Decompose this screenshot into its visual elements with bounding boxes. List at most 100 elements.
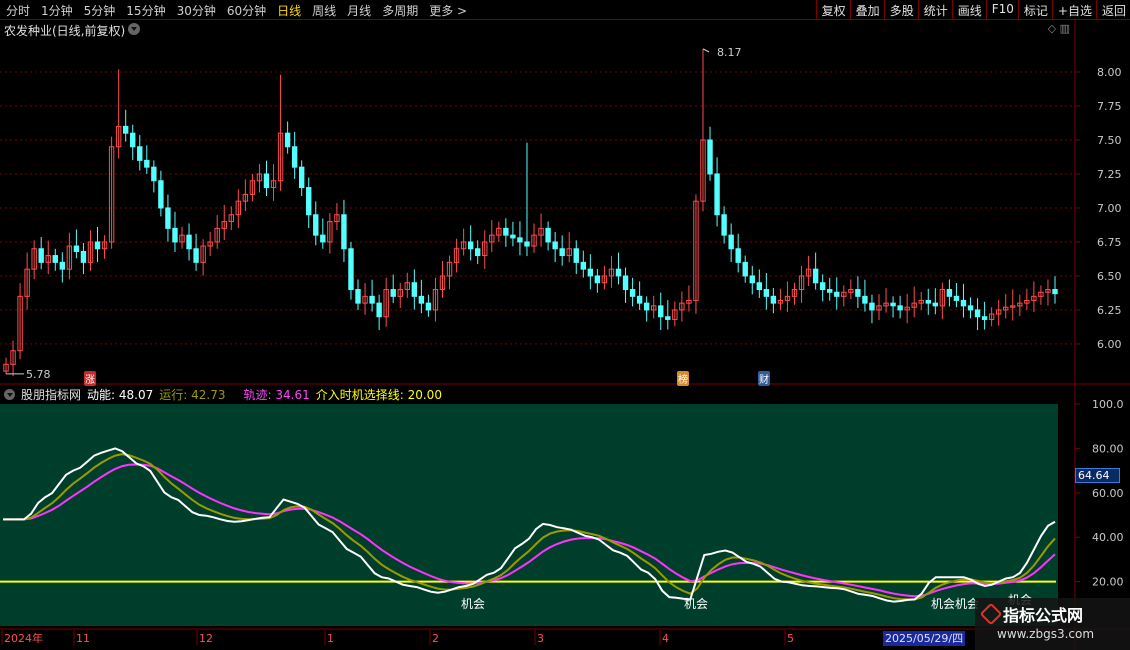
period-tab-1[interactable]: 1分钟 [41, 2, 73, 19]
candle [700, 48, 706, 212]
panel-controls[interactable]: ◇ ▥ [1048, 22, 1070, 35]
candle [636, 281, 643, 310]
candle [214, 215, 220, 249]
indicator-name[interactable]: 股朋指标网 [21, 386, 81, 403]
time-label-4: 2 [432, 632, 439, 645]
toolbar-button-6[interactable]: 标记 [1017, 0, 1052, 19]
candle [193, 233, 199, 271]
candle [108, 136, 115, 249]
guiji-label: 轨迹: [243, 388, 272, 402]
period-tab-8[interactable]: 月线 [347, 2, 371, 19]
candle [122, 109, 129, 142]
price-axis: 8.00 7.75 7.50 7.25 7.00 6.75 6.50 6.25 6.00 8.17… [6, 46, 1122, 381]
candle-body [306, 187, 312, 216]
candle-body [341, 214, 347, 250]
candlestick-series [3, 48, 1058, 377]
candle-body [658, 305, 664, 318]
candle-body [869, 302, 875, 311]
candle-body [38, 248, 44, 263]
chart-canvas: 8.00 7.75 7.50 7.25 7.00 6.75 6.50 6.25 6.00 8.17… [0, 20, 1130, 650]
candle-body [819, 282, 826, 291]
candle-body [812, 268, 819, 284]
candle-body [122, 125, 129, 134]
candle [418, 279, 425, 314]
candle [432, 277, 439, 322]
candle [45, 240, 51, 275]
candle [918, 291, 924, 310]
indicator-dropdown-icon[interactable] [4, 389, 15, 400]
candle [341, 199, 347, 263]
candle [503, 218, 509, 247]
period-toolbar: 分时 1分钟 5分钟 15分钟 30分钟 60分钟 日线 周线 月线 多周期 更多 > 复权 叠加 多股… [0, 0, 1130, 20]
candle-body [749, 275, 755, 284]
candle [24, 252, 30, 310]
candle [770, 287, 777, 314]
candle [566, 232, 572, 263]
candle [73, 229, 80, 259]
indicator-grid [0, 404, 1058, 626]
candle-body [974, 309, 981, 318]
candle [524, 142, 530, 257]
price-label-5: 6.75 [1097, 236, 1122, 249]
diamond-icon[interactable]: ◇ [1048, 22, 1056, 35]
watermark-logo-icon [979, 602, 1003, 626]
toolbar-button-3[interactable]: 统计 [917, 0, 952, 19]
toolbar-button-8[interactable]: 返回 [1095, 0, 1130, 19]
candle [291, 131, 298, 179]
candle [130, 124, 136, 161]
period-tab-3[interactable]: 15分钟 [126, 2, 165, 19]
candle [862, 279, 868, 312]
candle [629, 277, 636, 307]
candle-body [369, 295, 375, 304]
candle-body [615, 268, 622, 277]
period-tab-6[interactable]: 日线 [277, 2, 301, 19]
toolbar-button-1[interactable]: 叠加 [849, 0, 884, 19]
dongneng-value: 48.07 [118, 388, 154, 402]
toolbar-button-2[interactable]: 多股 [883, 0, 918, 19]
price-label-4: 7.00 [1097, 202, 1122, 215]
mark-cai[interactable]: 财 [758, 371, 770, 386]
toolbar-button-5[interactable]: F10 [985, 0, 1018, 19]
candle [763, 272, 770, 310]
watermark: 指标公式网 www.zbgs3.com [975, 598, 1130, 650]
candle [693, 194, 699, 314]
toolbar-button-4[interactable]: 画线 [951, 0, 986, 19]
candle [1045, 279, 1051, 306]
period-tab-9[interactable]: 多周期 [382, 2, 418, 19]
candle-body [834, 291, 840, 297]
candle [707, 126, 713, 181]
candle [1017, 294, 1023, 316]
panel-toggle-icon[interactable]: ▥ [1060, 22, 1070, 35]
candle [172, 211, 178, 253]
candle [31, 240, 37, 280]
toolbar-button-7[interactable]: +自选 [1051, 0, 1096, 19]
period-tab-5[interactable]: 60分钟 [227, 2, 266, 19]
toolbar-button-0[interactable]: 复权 [815, 0, 850, 19]
candle [348, 241, 354, 300]
period-tab-4[interactable]: 30分钟 [177, 2, 216, 19]
period-tab-2[interactable]: 5分钟 [84, 2, 116, 19]
mark-bang[interactable]: 榜 [677, 371, 689, 386]
ind-label-2: 60.00 [1092, 487, 1124, 500]
candle [320, 218, 326, 249]
period-tab-10[interactable]: 更多 > [429, 2, 467, 19]
period-tabs: 分时 1分钟 5分钟 15分钟 30分钟 60分钟 日线 周线 月线 多周期 更多 > [6, 2, 467, 19]
candle-body [137, 146, 143, 161]
candle [580, 250, 587, 278]
candle [383, 277, 389, 327]
candle [812, 252, 819, 290]
mark-zhang[interactable]: 涨 [84, 371, 96, 386]
candle-body [320, 234, 326, 243]
candle [242, 179, 249, 212]
candle [17, 283, 23, 360]
candle-body [707, 139, 713, 175]
candle-body [742, 261, 748, 277]
dropdown-icon[interactable] [128, 23, 140, 35]
period-tab-7[interactable]: 周线 [312, 2, 336, 19]
indicator-axis: 100.0 80.00 60.00 40.00 20.00 [1075, 398, 1124, 589]
time-label-2: 12 [199, 632, 213, 645]
candle [587, 254, 594, 290]
candle-body [636, 295, 643, 304]
candle [397, 282, 403, 309]
period-tab-0[interactable]: 分时 [6, 2, 30, 19]
